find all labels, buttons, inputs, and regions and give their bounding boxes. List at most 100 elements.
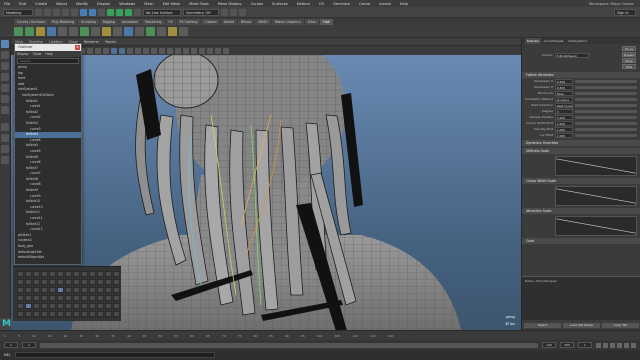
- shelf-tab-hair[interactable]: Hair: [320, 18, 333, 25]
- ep-curve-icon[interactable]: [69, 26, 78, 36]
- move-tool-icon[interactable]: [1, 73, 9, 81]
- grid-cell[interactable]: [57, 303, 64, 309]
- grid-cell[interactable]: [41, 287, 48, 293]
- grid-cell[interactable]: [17, 311, 24, 317]
- assign-hair-icon[interactable]: [179, 26, 188, 36]
- redo-icon[interactable]: [71, 8, 78, 16]
- notes-area[interactable]: Notes: follicleShape4: [522, 276, 640, 320]
- grid-cell[interactable]: [81, 271, 88, 277]
- grid-cell[interactable]: [49, 303, 56, 309]
- grid-cell[interactable]: [105, 303, 112, 309]
- range-start-field[interactable]: 1: [4, 342, 18, 348]
- grid-cell[interactable]: [89, 311, 96, 317]
- grid-cell[interactable]: [49, 271, 56, 277]
- grid-cell[interactable]: [33, 303, 40, 309]
- range-slider-bar[interactable]: [40, 342, 538, 348]
- render-settings-icon[interactable]: [239, 8, 246, 16]
- color-section[interactable]: Color: [522, 238, 640, 244]
- ae-tab-hairsystem1[interactable]: hairSystem1: [566, 38, 589, 44]
- presets-button[interactable]: Presets: [622, 52, 636, 57]
- menu-edit-mesh[interactable]: Edit Mesh: [163, 2, 181, 6]
- hair-constraint-icon[interactable]: [91, 26, 100, 36]
- ae-tab-curveshape4[interactable]: curveShape4: [542, 38, 566, 44]
- smooth-shade-icon[interactable]: [119, 47, 125, 54]
- grid-cell[interactable]: [17, 287, 24, 293]
- save-scene-icon[interactable]: [53, 8, 60, 16]
- grid-cell[interactable]: [41, 303, 48, 309]
- mode-selector[interactable]: Modeling: [3, 8, 33, 16]
- sign-in-button[interactable]: Sign In: [614, 8, 636, 16]
- grid-cell[interactable]: [25, 287, 32, 293]
- menu-generate[interactable]: Generate: [333, 2, 350, 6]
- outliner-layout-icon[interactable]: [1, 145, 9, 153]
- screen-space-ao-icon[interactable]: [159, 47, 165, 54]
- curve-tool-icon[interactable]: [58, 26, 67, 36]
- snap-grid-icon[interactable]: [107, 8, 114, 16]
- attribute-slider[interactable]: [575, 79, 637, 83]
- attribute-slider[interactable]: [575, 115, 637, 119]
- new-scene-icon[interactable]: [35, 8, 42, 16]
- depth-of-field-icon[interactable]: [183, 47, 189, 54]
- select-button[interactable]: Select: [524, 323, 561, 328]
- graph-layout-icon[interactable]: [1, 156, 9, 164]
- attribute-value-field[interactable]: 1.000: [555, 126, 573, 132]
- menu-display[interactable]: Display: [97, 2, 110, 6]
- paint-hair-icon[interactable]: [25, 26, 34, 36]
- open-scene-icon[interactable]: [44, 8, 51, 16]
- ipr-render-icon[interactable]: [230, 8, 237, 16]
- menu-curves[interactable]: Curves: [251, 2, 263, 6]
- attribute-value-field[interactable]: 0.500: [555, 84, 573, 90]
- attribute-value-field[interactable]: 1.000: [555, 132, 573, 138]
- anti-aliasing-icon[interactable]: [175, 47, 181, 54]
- menu-deform[interactable]: Deform: [297, 2, 310, 6]
- menu-windows[interactable]: Windows: [119, 2, 135, 6]
- safe-action-icon[interactable]: [95, 47, 101, 54]
- grid-cell[interactable]: [81, 295, 88, 301]
- grid-cell[interactable]: [25, 279, 32, 285]
- panel-menu-renderer[interactable]: Renderer: [84, 40, 99, 44]
- shelf-tab-mash[interactable]: MASH: [255, 18, 271, 25]
- grid-cell[interactable]: [65, 287, 72, 293]
- outliner-window[interactable]: Outliner × Display Show Help Search... per…: [14, 43, 82, 265]
- grid-cell[interactable]: [105, 279, 112, 285]
- attribute-slider[interactable]: [575, 103, 637, 107]
- attraction-scale-graph[interactable]: [555, 216, 637, 236]
- shelf-tab-rendering[interactable]: Rendering: [142, 18, 165, 25]
- x-ray-components-icon[interactable]: [215, 47, 221, 54]
- scale-tool-icon[interactable]: [1, 95, 9, 103]
- field-chart-icon[interactable]: [87, 47, 93, 54]
- grid-cell[interactable]: [97, 303, 104, 309]
- grid-cell[interactable]: [97, 295, 104, 301]
- menu-arnold[interactable]: Arnold: [379, 2, 391, 6]
- shelf-tab-curves-surfaces[interactable]: Curves / Surfaces: [14, 18, 48, 25]
- hide-button[interactable]: Hide: [622, 64, 636, 69]
- shelf-tab-custom[interactable]: Custom: [201, 18, 220, 25]
- grid-cell[interactable]: [73, 271, 80, 277]
- grid-cell[interactable]: [41, 279, 48, 285]
- grid-cell[interactable]: [113, 295, 120, 301]
- outliner-menu-show[interactable]: Show: [33, 52, 42, 56]
- grid-cell[interactable]: [97, 279, 104, 285]
- command-input[interactable]: [14, 352, 215, 358]
- rotate-tool-icon[interactable]: [1, 84, 9, 92]
- copy-tab-button[interactable]: Copy Tab: [602, 323, 639, 328]
- grid-cell[interactable]: [65, 271, 72, 277]
- single-view-icon[interactable]: [1, 123, 9, 131]
- grid-cell[interactable]: [17, 303, 24, 309]
- select-tool-icon[interactable]: [1, 40, 9, 48]
- focus-button[interactable]: Focus: [622, 46, 636, 51]
- grid-cell[interactable]: [65, 311, 72, 317]
- grid-cell[interactable]: [57, 287, 64, 293]
- playback-end-field[interactable]: 120: [542, 342, 556, 348]
- four-view-icon[interactable]: [1, 134, 9, 142]
- display-hair-icon[interactable]: [168, 26, 177, 36]
- shelf-tab-rigging[interactable]: Rigging: [99, 18, 118, 25]
- shelf-tab-bifrost[interactable]: Bifrost: [238, 18, 255, 25]
- delete-hair-icon[interactable]: [157, 26, 166, 36]
- snap-curve-icon[interactable]: [116, 8, 123, 16]
- outliner-item[interactable]: defaultObjectSet: [15, 255, 81, 261]
- grid-cell[interactable]: [89, 271, 96, 277]
- shelf-tab-xgen[interactable]: XGen: [304, 18, 320, 25]
- grid-cell[interactable]: [97, 271, 104, 277]
- step-forward-icon[interactable]: [624, 342, 629, 348]
